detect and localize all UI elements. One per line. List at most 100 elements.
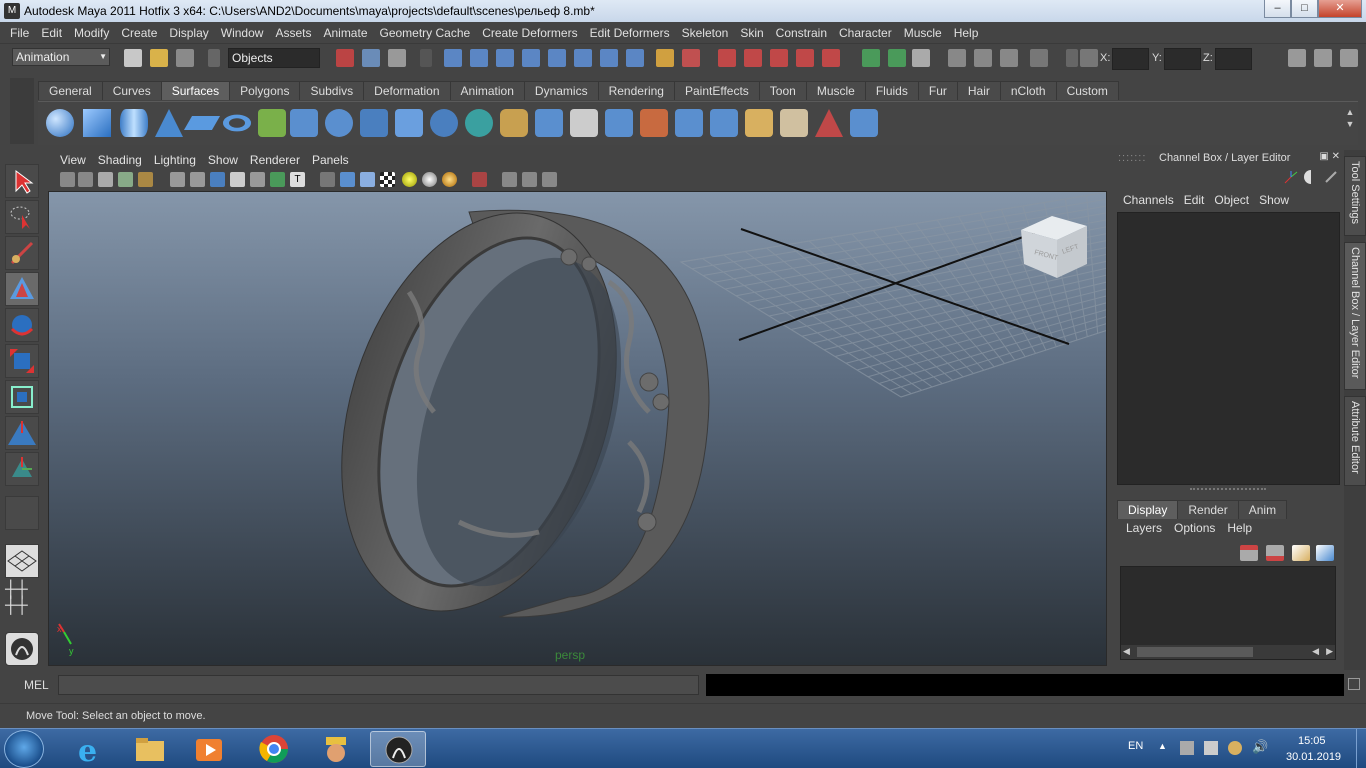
rotate-tool-icon[interactable] — [5, 308, 39, 342]
loft-icon[interactable] — [290, 109, 318, 137]
shelf-menu-handle[interactable] — [10, 78, 34, 144]
select-surfaces-icon[interactable] — [522, 49, 540, 67]
select-by-hierarchy-icon[interactable] — [336, 49, 354, 67]
tab-display[interactable]: Display — [1117, 500, 1179, 519]
scroll-right-arrow-2[interactable]: ▶ — [1326, 646, 1333, 657]
smooth-shade-icon[interactable] — [340, 172, 355, 187]
render-view-icon[interactable] — [1030, 49, 1048, 67]
media-player-taskbar-icon[interactable] — [182, 731, 238, 767]
textured-icon[interactable] — [380, 172, 395, 187]
tab-custom[interactable]: Custom — [1055, 81, 1119, 100]
tab-render[interactable]: Render — [1177, 500, 1239, 519]
maximize-button[interactable]: □ — [1291, 0, 1318, 18]
tab-general[interactable]: General — [38, 81, 103, 100]
mel-input-field[interactable] — [58, 675, 699, 695]
menu-skin[interactable]: Skin — [734, 26, 769, 40]
show-channel-box-icon[interactable] — [1340, 49, 1358, 67]
outliner-layout-icon[interactable] — [5, 632, 39, 666]
high-quality-icon[interactable] — [442, 172, 457, 187]
show-attribute-editor-icon[interactable] — [1288, 49, 1306, 67]
close-button[interactable]: ✕ — [1318, 0, 1362, 18]
layer-menu-layers[interactable]: Layers — [1120, 521, 1168, 535]
menu-constrain[interactable]: Constrain — [770, 26, 833, 40]
selection-mask-field[interactable]: Objects — [228, 48, 320, 68]
select-joints-icon[interactable] — [470, 49, 488, 67]
panel-menu-lighting[interactable]: Lighting — [148, 153, 202, 167]
detach-surfaces-icon[interactable] — [640, 109, 668, 137]
nurbs-cube-icon[interactable] — [83, 109, 111, 137]
nurbs-torus-icon[interactable] — [223, 114, 251, 132]
insert-isoparms-icon[interactable] — [745, 109, 773, 137]
bevel-icon[interactable] — [430, 109, 458, 137]
safe-title-icon[interactable]: T — [290, 172, 305, 187]
xray-icon[interactable] — [502, 172, 517, 187]
volume-icon[interactable]: 🔊 — [1252, 739, 1268, 755]
nurbs-plane-icon[interactable] — [183, 116, 221, 130]
move-layer-up-icon[interactable] — [1240, 545, 1258, 561]
input-field-toggle-icon[interactable] — [1066, 49, 1078, 67]
start-button[interactable] — [4, 730, 44, 768]
four-view-layout-icon[interactable]: ┼┼ ┼┼ — [5, 582, 39, 616]
scroll-right-arrow-1[interactable]: ◀ — [1312, 646, 1319, 657]
mel-label[interactable]: MEL — [24, 678, 49, 692]
select-camera-icon[interactable] — [60, 172, 75, 187]
tab-channel-box-layer-editor[interactable]: Channel Box / Layer Editor — [1344, 242, 1366, 390]
channel-box-float-close-icon[interactable]: ▣ ✕ — [1319, 151, 1340, 162]
z-coordinate-field[interactable] — [1215, 48, 1252, 70]
manipulator-mode-icon[interactable] — [1284, 170, 1298, 184]
menu-create[interactable]: Create — [115, 26, 163, 40]
hyper-mode-icon[interactable] — [1324, 170, 1338, 184]
tab-surfaces[interactable]: Surfaces — [160, 81, 231, 100]
panel-menu-panels[interactable]: Panels — [306, 153, 355, 167]
clock-time[interactable]: 15:05 — [1298, 735, 1326, 747]
menu-muscle[interactable]: Muscle — [898, 26, 948, 40]
align-surfaces-icon[interactable] — [675, 109, 703, 137]
tab-deformation[interactable]: Deformation — [363, 81, 451, 100]
menu-display[interactable]: Display — [163, 26, 214, 40]
language-indicator[interactable]: EN — [1128, 740, 1143, 752]
planar-icon[interactable] — [325, 109, 353, 137]
nurbs-sphere-icon[interactable] — [46, 109, 74, 137]
panel-splitter[interactable] — [1190, 488, 1266, 492]
nurbs-cone-icon[interactable] — [155, 109, 183, 137]
snap-to-grid-icon[interactable] — [718, 49, 736, 67]
show-manipulator-icon[interactable] — [5, 452, 39, 486]
make-live-icon[interactable] — [822, 49, 840, 67]
create-layer-from-selection-icon[interactable] — [1316, 545, 1334, 561]
menu-character[interactable]: Character — [833, 26, 898, 40]
select-curves-icon[interactable] — [496, 49, 514, 67]
selection-mode-icon[interactable] — [208, 49, 220, 67]
tab-rendering[interactable]: Rendering — [597, 81, 675, 100]
internet-explorer-taskbar-icon[interactable]: e — [62, 731, 118, 768]
view-cube[interactable]: FRONT LEFT — [1021, 216, 1087, 278]
two-d-pan-zoom-icon[interactable] — [138, 172, 153, 187]
game-taskbar-icon[interactable] — [308, 731, 364, 767]
xray-components-icon[interactable] — [542, 172, 557, 187]
isolate-select-icon[interactable] — [472, 172, 487, 187]
project-curve-icon[interactable] — [500, 109, 528, 137]
move-tool-icon[interactable] — [5, 272, 39, 306]
tab-hair[interactable]: Hair — [956, 81, 1001, 100]
select-handles-icon[interactable] — [444, 49, 462, 67]
menu-modify[interactable]: Modify — [68, 26, 115, 40]
universal-manipulator-icon[interactable] — [5, 380, 39, 414]
construction-history-icon[interactable] — [888, 49, 906, 67]
snap-to-view-plane-icon[interactable] — [796, 49, 814, 67]
select-misc-icon[interactable] — [626, 49, 644, 67]
menu-help[interactable]: Help — [948, 26, 985, 40]
menu-file[interactable]: File — [4, 26, 35, 40]
tab-muscle[interactable]: Muscle — [805, 81, 866, 100]
cb-menu-object[interactable]: Object — [1209, 193, 1254, 207]
revolve-icon[interactable] — [258, 109, 286, 137]
history-toggle-icon[interactable] — [912, 49, 930, 67]
panel-menu-view[interactable]: View — [54, 153, 92, 167]
tab-painteffects[interactable]: PaintEffects — [673, 81, 760, 100]
sculpt-geometry-icon[interactable] — [815, 109, 843, 137]
show-desktop-button[interactable] — [1356, 729, 1366, 768]
cb-menu-channels[interactable]: Channels — [1118, 193, 1179, 207]
ipr-render-icon[interactable] — [974, 49, 992, 67]
menu-edit-deformers[interactable]: Edit Deformers — [584, 26, 676, 40]
tab-dynamics[interactable]: Dynamics — [523, 81, 599, 100]
save-scene-icon[interactable] — [176, 49, 194, 67]
script-editor-icon[interactable] — [1348, 678, 1360, 690]
